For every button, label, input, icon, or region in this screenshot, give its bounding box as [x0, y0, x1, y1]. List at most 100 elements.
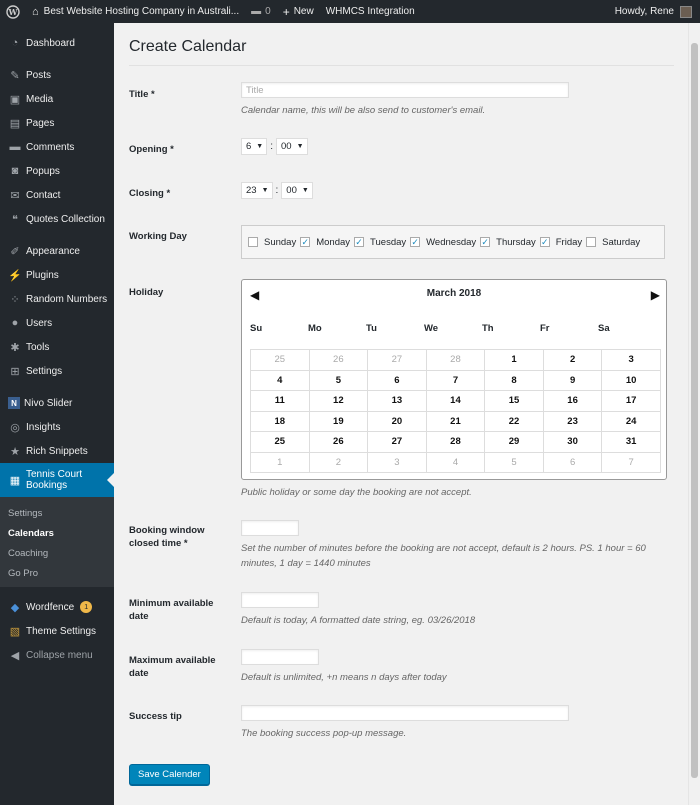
sidebar-item-random-numbers[interactable]: ⁘ Random Numbers [0, 287, 114, 311]
calendar-day-cell[interactable]: 27 [367, 349, 427, 371]
calendar-day-cell[interactable]: 10 [601, 369, 661, 391]
sidebar-item-dashboard[interactable]: ◔ Dashboard [0, 31, 114, 55]
closing-minute-select[interactable]: 00 ▼ [281, 182, 313, 199]
site-name-link[interactable]: ⌂ Best Website Hosting Company in Austra… [26, 0, 245, 23]
calendar-day-cell[interactable]: 28 [425, 431, 486, 453]
calendar-day-cell[interactable]: 26 [308, 431, 369, 453]
sidebar-item-collapse-menu[interactable]: ◀ Collapse menu [0, 643, 114, 667]
checkbox-tuesday[interactable]: ✓ [354, 237, 365, 247]
calendar-day-cell[interactable]: 15 [484, 390, 544, 412]
calendar-day-cell[interactable]: 8 [484, 369, 544, 391]
sidebar-item-insights[interactable]: ◎ Insights [0, 415, 114, 439]
calendar-day-cell[interactable]: 22 [484, 410, 544, 432]
calendar-day-cell[interactable]: 6 [542, 451, 603, 473]
whmcs-link[interactable]: WHMCS Integration [320, 0, 421, 23]
day-wednesday[interactable]: ✓ Wednesday [410, 237, 476, 248]
calendar-day-cell[interactable]: 24 [601, 410, 661, 432]
sidebar-item-theme-settings[interactable]: ▧ Theme Settings [0, 619, 114, 643]
calendar-day-cell[interactable]: 19 [308, 410, 369, 432]
calendar-day-cell[interactable]: 17 [601, 390, 661, 412]
sidebar-item-users[interactable]: ● Users [0, 311, 114, 335]
calendar-day-cell[interactable]: 18 [250, 410, 310, 432]
calendar-day-cell[interactable]: 3 [367, 451, 427, 473]
calendar-day-cell[interactable]: 30 [542, 431, 603, 453]
booking-window-input[interactable] [241, 520, 299, 536]
day-saturday[interactable]: Saturday [586, 237, 640, 248]
min-date-input[interactable] [241, 592, 319, 608]
checkbox-saturday[interactable] [586, 237, 597, 247]
success-tip-input[interactable] [241, 705, 569, 721]
calendar-day-cell[interactable]: 20 [367, 410, 427, 432]
day-friday[interactable]: ✓ Friday [539, 237, 582, 248]
sidebar-item-posts[interactable]: ✎ Posts [0, 63, 114, 87]
calendar-day-cell[interactable]: 25 [250, 349, 310, 371]
calendar-day-cell[interactable]: 21 [425, 410, 486, 432]
opening-hour-select[interactable]: 6 ▼ [241, 138, 268, 155]
calendar-day-cell[interactable]: 29 [484, 431, 544, 453]
sidebar-item-contact[interactable]: ✉ Contact [0, 183, 114, 207]
page-scrollbar[interactable] [688, 23, 700, 805]
day-monday[interactable]: ✓ Monday [300, 237, 350, 248]
checkbox-friday[interactable]: ✓ [539, 237, 550, 247]
sidebar-item-pages[interactable]: ▤ Pages [0, 111, 114, 135]
calendar-day-cell[interactable]: 5 [484, 451, 544, 473]
sidebar-item-settings[interactable]: ⊞ Settings [0, 359, 114, 383]
calendar-day-cell[interactable]: 1 [484, 349, 544, 371]
calendar-day-cell[interactable]: 2 [308, 451, 369, 473]
calendar-day-cell[interactable]: 12 [308, 390, 369, 412]
calendar-day-cell[interactable]: 13 [367, 390, 427, 412]
account-menu[interactable]: Howdy, Rene [609, 0, 700, 23]
calendar-day-cell[interactable]: 31 [601, 431, 661, 453]
calendar-day-cell[interactable]: 11 [250, 390, 310, 412]
checkbox-sunday[interactable] [248, 237, 258, 247]
calendar-day-cell[interactable]: 14 [425, 390, 486, 412]
sidebar-item-comments[interactable]: ▬ Comments [0, 135, 114, 159]
comments-link[interactable]: ▬ 0 [245, 0, 277, 23]
submenu-item-go-pro[interactable]: Go Pro [0, 563, 114, 583]
scrollbar-thumb[interactable] [691, 43, 698, 778]
calendar-day-cell[interactable]: 5 [308, 369, 369, 391]
day-sunday[interactable]: Sunday [248, 237, 296, 248]
closing-hour-select[interactable]: 23 ▼ [241, 182, 273, 199]
sidebar-item-media[interactable]: ▣ Media [0, 87, 114, 111]
sidebar-item-wordfence[interactable]: ◆ Wordfence 1 [0, 595, 114, 619]
max-date-input[interactable] [241, 649, 319, 665]
wordpress-logo-icon[interactable]: W [0, 0, 26, 23]
calendar-day-cell[interactable]: 9 [542, 369, 603, 391]
calendar-day-cell[interactable]: 3 [601, 349, 661, 371]
submenu-item-calendars[interactable]: Calendars [0, 523, 114, 543]
calendar-day-cell[interactable]: 25 [250, 431, 310, 453]
calendar-day-cell[interactable]: 7 [425, 369, 486, 391]
calendar-day-cell[interactable]: 16 [542, 390, 603, 412]
submenu-item-settings[interactable]: Settings [0, 503, 114, 523]
calendar-day-cell[interactable]: 26 [308, 349, 369, 371]
calendar-day-cell[interactable]: 7 [601, 451, 661, 473]
sidebar-item-appearance[interactable]: ✐ Appearance [0, 239, 114, 263]
checkbox-wednesday[interactable]: ✓ [410, 237, 421, 247]
sidebar-item-popups[interactable]: ◙ Popups [0, 159, 114, 183]
calendar-day-cell[interactable]: 28 [425, 349, 486, 371]
calendar-day-cell[interactable]: 2 [542, 349, 603, 371]
title-input[interactable] [241, 82, 569, 98]
checkbox-thursday[interactable]: ✓ [480, 237, 491, 247]
calendar-day-cell[interactable]: 1 [250, 451, 310, 473]
sidebar-item-plugins[interactable]: ⚡ Plugins [0, 263, 114, 287]
sidebar-item-tennis-court-bookings[interactable]: ▦ Tennis Court Bookings [0, 463, 114, 497]
sidebar-item-tools[interactable]: ✱ Tools [0, 335, 114, 359]
calendar-day-cell[interactable]: 6 [367, 369, 427, 391]
opening-minute-select[interactable]: 00 ▼ [276, 138, 308, 155]
calendar-day-cell[interactable]: 4 [250, 369, 310, 391]
calendar-day-cell[interactable]: 4 [425, 451, 486, 473]
new-content-link[interactable]: + New [277, 0, 320, 23]
calendar-day-cell[interactable]: 23 [542, 410, 603, 432]
sidebar-item-quotes-collection[interactable]: ❝ Quotes Collection [0, 207, 114, 231]
save-calendar-button[interactable]: Save Calender [129, 764, 210, 785]
checkbox-monday[interactable]: ✓ [300, 237, 311, 247]
next-month-icon[interactable]: ▶ [651, 288, 660, 302]
day-thursday[interactable]: ✓ Thursday [480, 237, 536, 248]
submenu-item-coaching[interactable]: Coaching [0, 543, 114, 563]
day-tuesday[interactable]: ✓ Tuesday [354, 237, 406, 248]
calendar-day-cell[interactable]: 27 [367, 431, 427, 453]
sidebar-item-rich-snippets[interactable]: ★ Rich Snippets [0, 439, 114, 463]
sidebar-item-nivo-slider[interactable]: N Nivo Slider [0, 391, 114, 415]
